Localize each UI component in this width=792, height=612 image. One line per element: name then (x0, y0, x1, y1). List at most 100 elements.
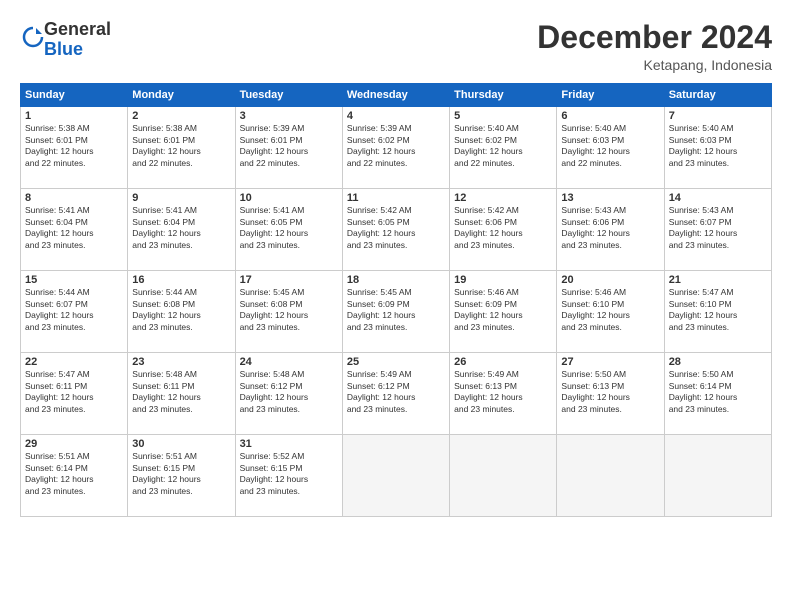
day-number: 28 (669, 356, 767, 368)
header-monday: Monday (128, 84, 235, 107)
day-number: 31 (240, 438, 338, 450)
calendar-page: General Blue December 2024 Ketapang, Ind… (0, 0, 792, 612)
table-row: 26 Sunrise: 5:49 AMSunset: 6:13 PMDaylig… (450, 353, 557, 435)
day-number: 2 (132, 110, 230, 122)
table-row: 31 Sunrise: 5:52 AMSunset: 6:15 PMDaylig… (235, 435, 342, 517)
day-info: Sunrise: 5:41 AMSunset: 6:05 PMDaylight:… (240, 205, 338, 251)
day-info: Sunrise: 5:44 AMSunset: 6:08 PMDaylight:… (132, 287, 230, 333)
day-info: Sunrise: 5:43 AMSunset: 6:07 PMDaylight:… (669, 205, 767, 251)
day-number: 13 (561, 192, 659, 204)
table-row: 21 Sunrise: 5:47 AMSunset: 6:10 PMDaylig… (664, 271, 771, 353)
table-row: 24 Sunrise: 5:48 AMSunset: 6:12 PMDaylig… (235, 353, 342, 435)
weekday-header-row: Sunday Monday Tuesday Wednesday Thursday… (21, 84, 772, 107)
day-number: 3 (240, 110, 338, 122)
day-number: 23 (132, 356, 230, 368)
table-row: 25 Sunrise: 5:49 AMSunset: 6:12 PMDaylig… (342, 353, 449, 435)
logo-icon (22, 26, 44, 48)
day-number: 22 (25, 356, 123, 368)
day-info: Sunrise: 5:52 AMSunset: 6:15 PMDaylight:… (240, 451, 338, 497)
table-row: 17 Sunrise: 5:45 AMSunset: 6:08 PMDaylig… (235, 271, 342, 353)
day-info: Sunrise: 5:40 AMSunset: 6:02 PMDaylight:… (454, 123, 552, 169)
day-info: Sunrise: 5:40 AMSunset: 6:03 PMDaylight:… (561, 123, 659, 169)
table-row (342, 435, 449, 517)
day-info: Sunrise: 5:50 AMSunset: 6:13 PMDaylight:… (561, 369, 659, 415)
day-info: Sunrise: 5:48 AMSunset: 6:12 PMDaylight:… (240, 369, 338, 415)
header-tuesday: Tuesday (235, 84, 342, 107)
day-number: 15 (25, 274, 123, 286)
table-row: 2 Sunrise: 5:38 AMSunset: 6:01 PMDayligh… (128, 107, 235, 189)
table-row: 6 Sunrise: 5:40 AMSunset: 6:03 PMDayligh… (557, 107, 664, 189)
day-number: 19 (454, 274, 552, 286)
day-number: 27 (561, 356, 659, 368)
day-number: 12 (454, 192, 552, 204)
table-row: 29 Sunrise: 5:51 AMSunset: 6:14 PMDaylig… (21, 435, 128, 517)
header-sunday: Sunday (21, 84, 128, 107)
day-info: Sunrise: 5:38 AMSunset: 6:01 PMDaylight:… (25, 123, 123, 169)
day-number: 20 (561, 274, 659, 286)
header-saturday: Saturday (664, 84, 771, 107)
table-row: 20 Sunrise: 5:46 AMSunset: 6:10 PMDaylig… (557, 271, 664, 353)
day-info: Sunrise: 5:46 AMSunset: 6:09 PMDaylight:… (454, 287, 552, 333)
header-friday: Friday (557, 84, 664, 107)
table-row: 13 Sunrise: 5:43 AMSunset: 6:06 PMDaylig… (557, 189, 664, 271)
table-row: 5 Sunrise: 5:40 AMSunset: 6:02 PMDayligh… (450, 107, 557, 189)
day-info: Sunrise: 5:47 AMSunset: 6:10 PMDaylight:… (669, 287, 767, 333)
day-number: 26 (454, 356, 552, 368)
day-info: Sunrise: 5:42 AMSunset: 6:05 PMDaylight:… (347, 205, 445, 251)
table-row: 12 Sunrise: 5:42 AMSunset: 6:06 PMDaylig… (450, 189, 557, 271)
table-row (664, 435, 771, 517)
day-number: 10 (240, 192, 338, 204)
day-info: Sunrise: 5:39 AMSunset: 6:01 PMDaylight:… (240, 123, 338, 169)
calendar-week-row: 22 Sunrise: 5:47 AMSunset: 6:11 PMDaylig… (21, 353, 772, 435)
day-number: 7 (669, 110, 767, 122)
day-info: Sunrise: 5:49 AMSunset: 6:12 PMDaylight:… (347, 369, 445, 415)
day-number: 18 (347, 274, 445, 286)
day-info: Sunrise: 5:39 AMSunset: 6:02 PMDaylight:… (347, 123, 445, 169)
day-number: 6 (561, 110, 659, 122)
page-header: General Blue December 2024 Ketapang, Ind… (20, 20, 772, 73)
day-info: Sunrise: 5:48 AMSunset: 6:11 PMDaylight:… (132, 369, 230, 415)
table-row: 3 Sunrise: 5:39 AMSunset: 6:01 PMDayligh… (235, 107, 342, 189)
day-info: Sunrise: 5:50 AMSunset: 6:14 PMDaylight:… (669, 369, 767, 415)
table-row: 7 Sunrise: 5:40 AMSunset: 6:03 PMDayligh… (664, 107, 771, 189)
table-row: 14 Sunrise: 5:43 AMSunset: 6:07 PMDaylig… (664, 189, 771, 271)
table-row: 19 Sunrise: 5:46 AMSunset: 6:09 PMDaylig… (450, 271, 557, 353)
day-number: 1 (25, 110, 123, 122)
table-row: 30 Sunrise: 5:51 AMSunset: 6:15 PMDaylig… (128, 435, 235, 517)
day-info: Sunrise: 5:47 AMSunset: 6:11 PMDaylight:… (25, 369, 123, 415)
day-info: Sunrise: 5:45 AMSunset: 6:08 PMDaylight:… (240, 287, 338, 333)
table-row: 1 Sunrise: 5:38 AMSunset: 6:01 PMDayligh… (21, 107, 128, 189)
table-row: 23 Sunrise: 5:48 AMSunset: 6:11 PMDaylig… (128, 353, 235, 435)
day-info: Sunrise: 5:38 AMSunset: 6:01 PMDaylight:… (132, 123, 230, 169)
table-row: 18 Sunrise: 5:45 AMSunset: 6:09 PMDaylig… (342, 271, 449, 353)
table-row: 28 Sunrise: 5:50 AMSunset: 6:14 PMDaylig… (664, 353, 771, 435)
calendar-week-row: 1 Sunrise: 5:38 AMSunset: 6:01 PMDayligh… (21, 107, 772, 189)
day-info: Sunrise: 5:43 AMSunset: 6:06 PMDaylight:… (561, 205, 659, 251)
day-info: Sunrise: 5:41 AMSunset: 6:04 PMDaylight:… (132, 205, 230, 251)
day-info: Sunrise: 5:46 AMSunset: 6:10 PMDaylight:… (561, 287, 659, 333)
calendar-week-row: 29 Sunrise: 5:51 AMSunset: 6:14 PMDaylig… (21, 435, 772, 517)
table-row (557, 435, 664, 517)
table-row (450, 435, 557, 517)
day-info: Sunrise: 5:51 AMSunset: 6:15 PMDaylight:… (132, 451, 230, 497)
day-info: Sunrise: 5:49 AMSunset: 6:13 PMDaylight:… (454, 369, 552, 415)
day-info: Sunrise: 5:41 AMSunset: 6:04 PMDaylight:… (25, 205, 123, 251)
day-number: 24 (240, 356, 338, 368)
logo-general-text: General (44, 19, 111, 39)
location: Ketapang, Indonesia (537, 57, 772, 73)
day-number: 29 (25, 438, 123, 450)
day-number: 21 (669, 274, 767, 286)
day-info: Sunrise: 5:45 AMSunset: 6:09 PMDaylight:… (347, 287, 445, 333)
day-number: 11 (347, 192, 445, 204)
table-row: 9 Sunrise: 5:41 AMSunset: 6:04 PMDayligh… (128, 189, 235, 271)
day-number: 9 (132, 192, 230, 204)
table-row: 15 Sunrise: 5:44 AMSunset: 6:07 PMDaylig… (21, 271, 128, 353)
table-row: 27 Sunrise: 5:50 AMSunset: 6:13 PMDaylig… (557, 353, 664, 435)
logo-blue-text: Blue (44, 39, 83, 59)
day-number: 30 (132, 438, 230, 450)
day-number: 25 (347, 356, 445, 368)
day-info: Sunrise: 5:44 AMSunset: 6:07 PMDaylight:… (25, 287, 123, 333)
table-row: 22 Sunrise: 5:47 AMSunset: 6:11 PMDaylig… (21, 353, 128, 435)
calendar-week-row: 8 Sunrise: 5:41 AMSunset: 6:04 PMDayligh… (21, 189, 772, 271)
day-info: Sunrise: 5:42 AMSunset: 6:06 PMDaylight:… (454, 205, 552, 251)
